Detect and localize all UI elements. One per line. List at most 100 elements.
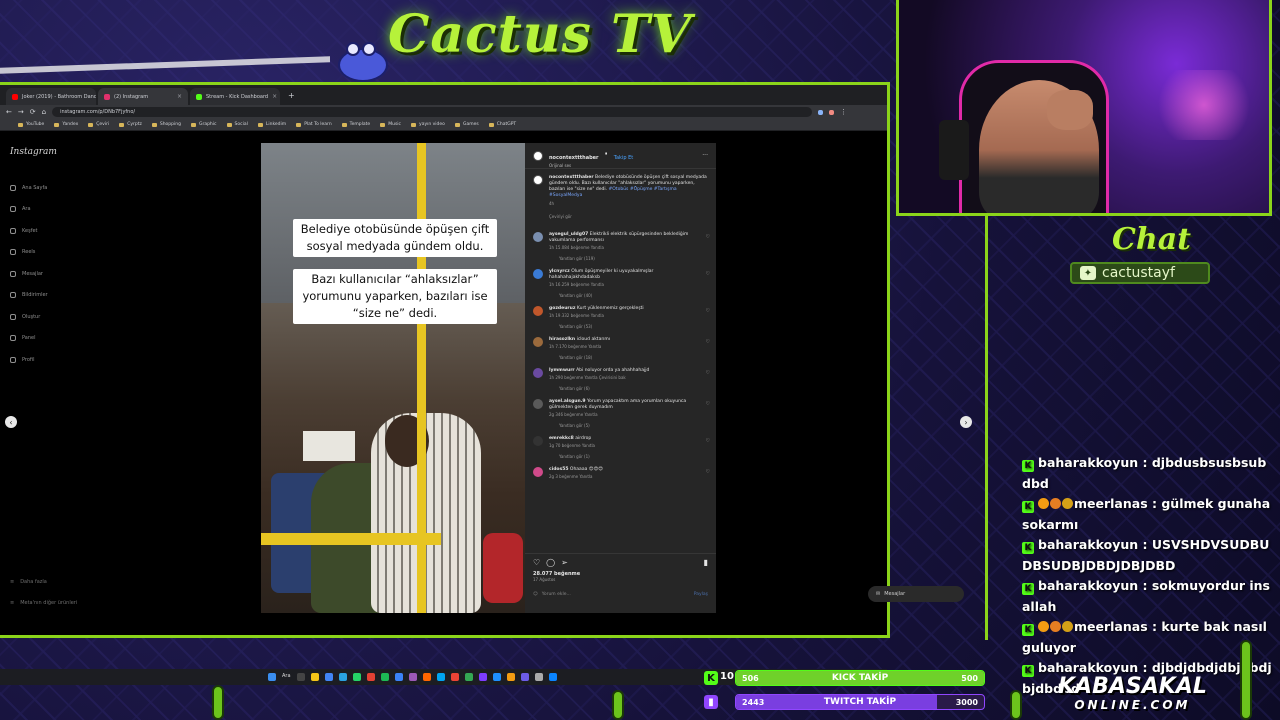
next-post-arrow-icon[interactable]: › xyxy=(960,416,972,428)
comment-like-heart-icon[interactable]: ♡ xyxy=(706,438,710,444)
extension-icon[interactable] xyxy=(829,109,835,115)
reel-video[interactable]: Belediye otobüsünde öpüşen çift sosyal m… xyxy=(261,143,525,613)
taskbar-app-icon[interactable] xyxy=(422,673,431,681)
view-replies-link[interactable]: Yanıtları gör (53) xyxy=(549,324,699,330)
avatar[interactable] xyxy=(533,368,543,378)
avatar[interactable] xyxy=(533,175,543,185)
comment-meta[interactable]: 1h 15.084 beğenme Yanıtla xyxy=(549,245,699,251)
comment-meta[interactable]: 1h 290 beğenme Yanıtla Çevirisini bak xyxy=(549,375,699,381)
view-replies-link[interactable]: Yanıtları gör (40) xyxy=(549,293,699,299)
ig-nav-item[interactable]: Bildirimler xyxy=(10,285,48,307)
view-replies-link[interactable]: Yanıtları gör (119) xyxy=(549,256,699,262)
comment-meta[interactable]: 1h 16.259 beğenme Yanıtla xyxy=(549,282,699,288)
taskbar-app-icon[interactable] xyxy=(534,673,543,681)
browser-tab[interactable]: (2) Instagram × xyxy=(98,88,188,105)
ig-bottom-item[interactable]: ≡ Meta'nın diğer ürünleri xyxy=(10,592,77,613)
taskbar-app-icon[interactable] xyxy=(338,673,347,681)
post-comment-button[interactable]: Paylaş xyxy=(694,592,708,597)
bookmark-item[interactable]: Plat To learn xyxy=(296,122,332,127)
bookmark-item[interactable]: Cyrptz xyxy=(119,122,142,127)
comment-like-heart-icon[interactable]: ♡ xyxy=(706,370,710,376)
messages-button[interactable]: ✉ Mesajlar xyxy=(868,586,964,602)
ig-bottom-item[interactable]: ≡ Daha fazla xyxy=(10,571,77,592)
taskbar-app-icon[interactable] xyxy=(296,673,305,681)
follow-button[interactable]: Takip Et xyxy=(614,155,633,161)
url-field[interactable]: instagram.com/p/DNb7Fjyfno/ xyxy=(52,107,813,117)
comment-username[interactable]: aysel.alsgun.9 xyxy=(549,399,586,404)
ig-nav-item[interactable]: Panel xyxy=(10,328,48,350)
menu-icon[interactable]: ⋮ xyxy=(840,108,847,116)
ig-nav-item[interactable]: Mesajlar xyxy=(10,263,48,285)
view-replies-link[interactable]: Yanıtları gör (18) xyxy=(549,355,699,361)
close-icon[interactable]: × xyxy=(272,93,277,100)
bookmark-item[interactable]: Template xyxy=(341,122,370,127)
bookmark-item[interactable]: Graphic xyxy=(190,122,217,127)
comment-username[interactable]: cidos55 xyxy=(549,467,568,472)
taskbar-app-icon[interactable] xyxy=(380,673,389,681)
bookmark-item[interactable]: Çeviri xyxy=(88,122,109,127)
comment-like-heart-icon[interactable]: ♡ xyxy=(706,308,710,314)
comment-username[interactable]: hirasozlkn xyxy=(549,337,575,342)
comment-username[interactable]: emrekkc8 xyxy=(549,436,574,441)
comment-meta[interactable]: 2g 346 beğenme Yanıtla xyxy=(549,412,699,418)
comment-like-heart-icon[interactable]: ♡ xyxy=(706,271,710,277)
bookmark-item[interactable]: ChatGPT xyxy=(488,122,516,127)
description-username[interactable]: nocontexttthaber xyxy=(549,175,594,180)
taskbar-app-icon[interactable] xyxy=(506,673,515,681)
new-tab-icon[interactable]: + xyxy=(282,91,301,100)
ig-nav-item[interactable]: Keşfet xyxy=(10,220,48,242)
back-icon[interactable]: ← xyxy=(6,108,12,116)
prev-post-arrow-icon[interactable]: ‹ xyxy=(5,416,17,428)
avatar[interactable] xyxy=(533,436,543,446)
avatar[interactable] xyxy=(533,269,543,279)
comment-input[interactable]: Yorum ekle... xyxy=(542,592,571,597)
home-icon[interactable]: ⌂ xyxy=(42,108,46,116)
taskbar-app-icon[interactable] xyxy=(366,673,375,681)
instagram-logo[interactable]: Instagram xyxy=(10,147,57,157)
comment-username[interactable]: ylcnyrcz xyxy=(549,269,570,274)
comment-meta[interactable]: 1h 7.170 beğenme Yanıtla xyxy=(549,344,699,350)
browser-tab[interactable]: Joker (2019) - Bathroom Dance× xyxy=(6,88,96,105)
taskbar-app-icon[interactable] xyxy=(464,673,473,681)
comment-username[interactable]: gozdeuruz xyxy=(549,306,575,311)
ig-nav-item[interactable]: Oluştur xyxy=(10,306,48,328)
taskbar-app-icon[interactable] xyxy=(520,673,529,681)
start-icon[interactable] xyxy=(268,673,276,681)
comment-like-heart-icon[interactable]: ♡ xyxy=(706,234,710,240)
avatar[interactable] xyxy=(533,232,543,242)
taskbar-app-icon[interactable] xyxy=(394,673,403,681)
bookmark-item[interactable]: yayın video xyxy=(411,122,445,127)
taskbar-app-icon[interactable] xyxy=(450,673,459,681)
avatar[interactable] xyxy=(533,337,543,347)
post-username[interactable]: nocontexttthaber xyxy=(549,155,599,161)
bookmark-item[interactable]: Social xyxy=(226,122,248,127)
ig-nav-item[interactable]: Profil xyxy=(10,349,48,371)
ig-nav-item[interactable]: Ana Sayfa xyxy=(10,177,48,199)
comment-like-heart-icon[interactable]: ♡ xyxy=(706,339,710,345)
taskbar-app-icon[interactable] xyxy=(408,673,417,681)
comment-like-heart-icon[interactable]: ♡ xyxy=(706,469,710,475)
reload-icon[interactable]: ⟳ xyxy=(30,108,36,116)
bookmark-item[interactable]: YouTube xyxy=(18,122,44,127)
bookmark-item[interactable]: Yandex xyxy=(54,122,78,127)
browser-tab[interactable]: Stream - Kick Dashboard × xyxy=(190,88,280,105)
share-icon[interactable]: ➢ xyxy=(561,558,568,567)
comment-meta[interactable]: 1g 70 beğenme Yanıtla xyxy=(549,443,699,449)
bookmark-item[interactable]: Linkedim xyxy=(257,122,286,127)
ig-nav-item[interactable]: Reels xyxy=(10,242,48,264)
taskbar-app-icon[interactable] xyxy=(548,673,557,681)
avatar[interactable] xyxy=(533,467,543,477)
view-replies-link[interactable]: Yanıtları gör (1) xyxy=(549,454,699,460)
view-replies-link[interactable]: Yanıtları gör (6) xyxy=(549,386,699,392)
taskbar-app-icon[interactable] xyxy=(324,673,333,681)
avatar[interactable] xyxy=(533,306,543,316)
like-heart-icon[interactable]: ♡ xyxy=(533,558,540,567)
extension-icon[interactable] xyxy=(818,109,824,115)
avatar[interactable] xyxy=(533,399,543,409)
comment-username[interactable]: aysegul_uldg07 xyxy=(549,232,588,237)
view-replies-link[interactable]: Yanıtları gör (5) xyxy=(549,423,699,429)
close-icon[interactable]: × xyxy=(177,93,182,100)
more-options-icon[interactable]: ··· xyxy=(702,152,708,159)
taskbar-app-icon[interactable] xyxy=(352,673,361,681)
comment-icon[interactable]: ◯ xyxy=(546,558,555,567)
